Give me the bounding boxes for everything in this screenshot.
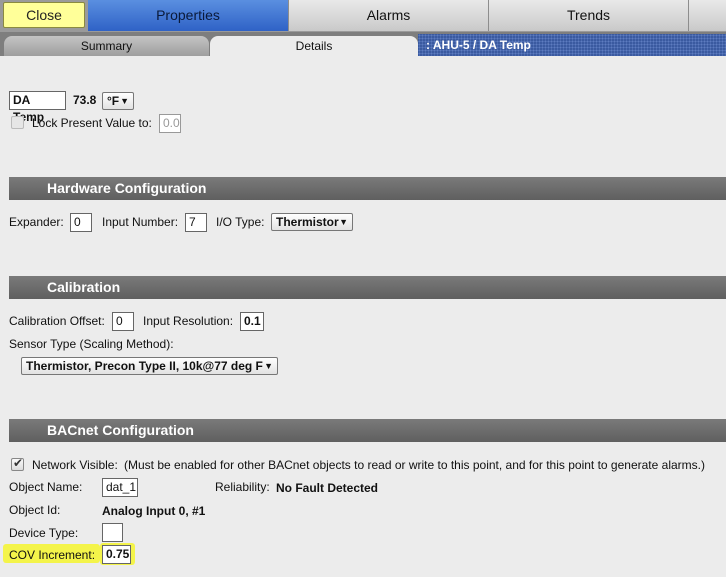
- input-number-label: Input Number:: [102, 215, 179, 229]
- reliability-label: Reliability:: [215, 480, 270, 494]
- object-name-label: Object Name:: [9, 480, 83, 494]
- checkmark-icon: ✔: [13, 456, 24, 470]
- network-visible-note: (Must be enabled for other BACnet object…: [124, 458, 705, 472]
- breadcrumb: : AHU-5 / DA Temp: [418, 34, 726, 56]
- sensor-type-select-value: Thermistor, Precon Type II, 10k@77 deg F: [26, 359, 263, 373]
- chevron-down-icon: ▼: [120, 96, 129, 106]
- network-visible-checkbox[interactable]: ✔: [11, 456, 24, 471]
- device-type-input[interactable]: [102, 523, 123, 542]
- input-resolution-input[interactable]: 0.1: [240, 312, 264, 331]
- lock-present-value-label: Lock Present Value to:: [32, 116, 152, 130]
- section-calibration: Calibration: [9, 276, 726, 299]
- subtab-details[interactable]: Details: [210, 36, 418, 56]
- cov-increment-label: COV Increment:: [9, 548, 96, 562]
- io-type-select[interactable]: Thermistor ▼: [271, 213, 353, 231]
- network-visible-label: Network Visible:: [32, 458, 118, 472]
- section-bacnet-configuration: BACnet Configuration: [9, 419, 726, 442]
- tab-alarms[interactable]: Alarms: [288, 0, 488, 31]
- tab-overflow: [688, 0, 726, 31]
- lock-present-value-checkbox[interactable]: [11, 116, 24, 129]
- chevron-down-icon: ▼: [339, 217, 348, 227]
- subtab-summary[interactable]: Summary: [4, 36, 209, 56]
- cov-increment-input[interactable]: 0.75: [102, 545, 131, 564]
- object-id-value: Analog Input 0, #1: [102, 504, 206, 518]
- reliability-value: No Fault Detected: [276, 481, 379, 495]
- unit-select[interactable]: °F ▼: [102, 92, 134, 110]
- tab-properties[interactable]: Properties: [88, 0, 288, 31]
- close-button[interactable]: Close: [3, 2, 85, 28]
- expander-input[interactable]: 0: [70, 213, 92, 232]
- chevron-down-icon: ▼: [264, 361, 273, 371]
- section-hardware-configuration: Hardware Configuration: [9, 177, 726, 200]
- calibration-offset-input[interactable]: 0: [112, 312, 134, 331]
- input-number-input[interactable]: 7: [185, 213, 207, 232]
- device-type-label: Device Type:: [9, 526, 79, 540]
- lock-value-input[interactable]: 0.0: [159, 114, 181, 133]
- calibration-offset-label: Calibration Offset:: [9, 314, 105, 328]
- unit-select-value: °F: [107, 94, 120, 108]
- object-id-label: Object Id:: [9, 503, 61, 517]
- object-name-input[interactable]: dat_1: [102, 478, 138, 497]
- expander-label: Expander:: [9, 215, 64, 229]
- io-type-label: I/O Type:: [216, 215, 265, 229]
- point-name-field: DA Temp: [9, 91, 66, 124]
- sensor-type-label: Sensor Type (Scaling Method):: [9, 337, 174, 351]
- tab-trends[interactable]: Trends: [488, 0, 688, 31]
- io-type-select-value: Thermistor: [276, 215, 339, 229]
- input-resolution-label: Input Resolution:: [143, 314, 234, 328]
- present-value: 73.8: [73, 93, 97, 107]
- sensor-type-select[interactable]: Thermistor, Precon Type II, 10k@77 deg F…: [21, 357, 278, 375]
